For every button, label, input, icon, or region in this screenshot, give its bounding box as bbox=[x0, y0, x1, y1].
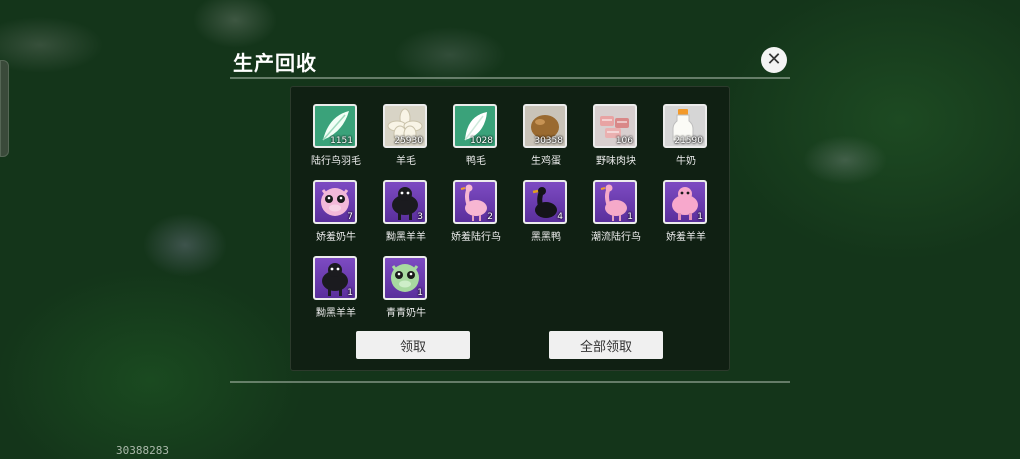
pet-slot[interactable]: 1 娇羞羊羊 bbox=[651, 180, 721, 254]
item-slot[interactable]: 1151 陆行鸟羽毛 bbox=[301, 104, 371, 178]
egg-icon: 30358 bbox=[523, 104, 567, 148]
meat-icon: 106 bbox=[593, 104, 637, 148]
item-slot[interactable]: 106 野味肉块 bbox=[581, 104, 651, 178]
item-count: 1151 bbox=[330, 136, 353, 146]
item-count: 3 bbox=[417, 212, 423, 222]
item-name: 牛奶 bbox=[676, 156, 696, 167]
item-slot[interactable]: 30358 生鸡蛋 bbox=[511, 104, 581, 178]
item-count: 1 bbox=[697, 212, 703, 222]
pet-slot[interactable]: 3 黝黑羊羊 bbox=[371, 180, 441, 254]
pet-slot[interactable]: 4 黑黑鸭 bbox=[511, 180, 581, 254]
title-divider bbox=[230, 77, 790, 79]
item-count: 1 bbox=[627, 212, 633, 222]
bottom-divider bbox=[230, 381, 790, 383]
claim-button[interactable]: 领取 bbox=[356, 331, 470, 359]
item-slot[interactable]: 21590 牛奶 bbox=[651, 104, 721, 178]
pet-slot[interactable]: 7 娇羞奶牛 bbox=[301, 180, 371, 254]
black-sheep-icon: 1 bbox=[313, 256, 357, 300]
item-count: 106 bbox=[615, 136, 633, 146]
pet-slot[interactable]: 1 黝黑羊羊 bbox=[301, 256, 371, 318]
item-slot[interactable]: 1028 鸭毛 bbox=[441, 104, 511, 178]
milk-icon: 21590 bbox=[663, 104, 707, 148]
pet-slot[interactable]: 1 潮流陆行鸟 bbox=[581, 180, 651, 254]
item-count: 21590 bbox=[674, 136, 703, 146]
item-count: 30358 bbox=[534, 136, 563, 146]
green-feather-icon: 1151 bbox=[313, 104, 357, 148]
item-count: 1 bbox=[417, 288, 423, 298]
black-duck-icon: 4 bbox=[523, 180, 567, 224]
player-uid: 30388283 bbox=[116, 444, 169, 457]
close-icon: ✕ bbox=[766, 49, 782, 70]
dialog-title: 生产回收 bbox=[233, 51, 317, 75]
close-button[interactable]: ✕ bbox=[761, 47, 787, 73]
pink-ostrich-icon: 2 bbox=[453, 180, 497, 224]
wool-icon: 25930 bbox=[383, 104, 427, 148]
black-sheep-icon: 3 bbox=[383, 180, 427, 224]
item-slot[interactable]: 25930 羊毛 bbox=[371, 104, 441, 178]
item-name: 娇羞羊羊 bbox=[666, 232, 706, 243]
item-count: 1028 bbox=[470, 136, 493, 146]
side-drawer-handle[interactable] bbox=[0, 60, 9, 157]
duck-feather-icon: 1028 bbox=[453, 104, 497, 148]
pet-slot[interactable]: 2 娇羞陆行鸟 bbox=[441, 180, 511, 254]
item-count: 25930 bbox=[394, 136, 423, 146]
item-count: 1 bbox=[347, 288, 353, 298]
pink-ostrich-icon: 1 bbox=[593, 180, 637, 224]
item-count: 2 bbox=[487, 212, 493, 222]
claim-all-button[interactable]: 全部领取 bbox=[549, 331, 663, 359]
item-count: 4 bbox=[557, 212, 563, 222]
pink-cow-icon: 7 bbox=[313, 180, 357, 224]
green-cow-icon: 1 bbox=[383, 256, 427, 300]
item-count: 7 bbox=[347, 212, 353, 222]
recycle-panel: 1151 陆行鸟羽毛 25930 羊毛 1028 鸭毛 30358 生鸡蛋 10… bbox=[290, 86, 730, 371]
pink-sheep-icon: 1 bbox=[663, 180, 707, 224]
item-name: 黝黑羊羊 bbox=[316, 308, 356, 318]
pet-slot[interactable]: 1 青青奶牛 bbox=[371, 256, 441, 318]
item-name: 青青奶牛 bbox=[386, 308, 426, 318]
